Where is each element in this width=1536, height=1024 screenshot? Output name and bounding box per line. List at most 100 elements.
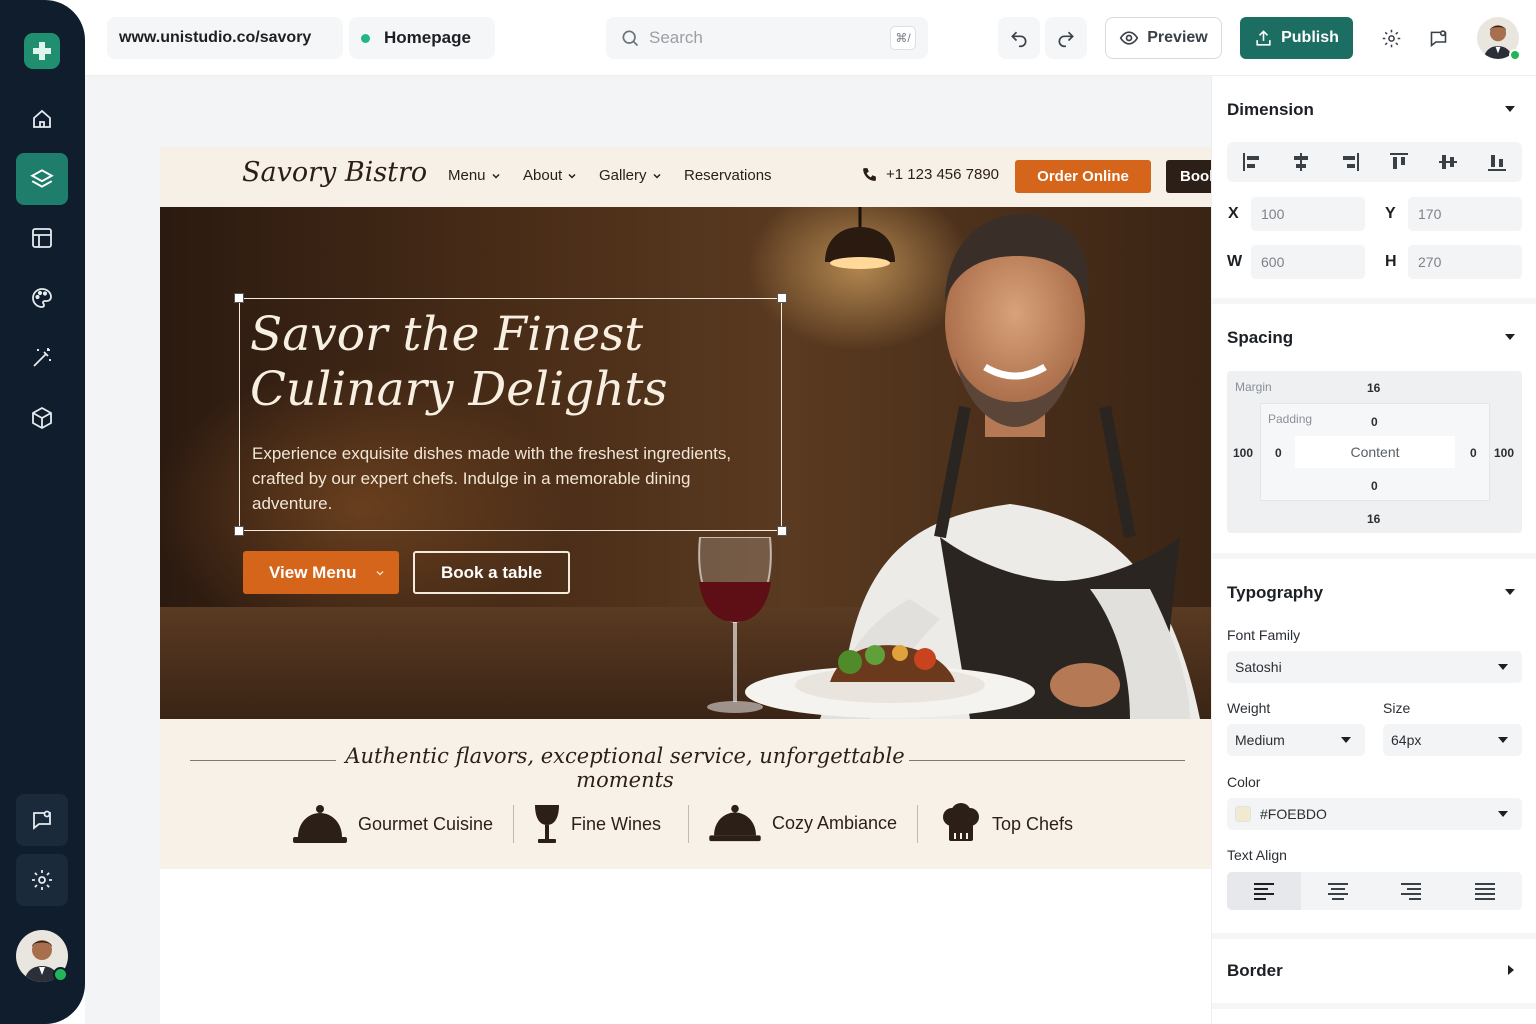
- features-band: Authentic flavors, exceptional service, …: [160, 719, 1211, 869]
- size-select[interactable]: 64px: [1383, 724, 1522, 756]
- padding-left-value[interactable]: 0: [1275, 446, 1282, 460]
- publish-button[interactable]: Publish: [1240, 17, 1353, 59]
- align-center-horizontal-icon[interactable]: [1290, 151, 1312, 173]
- feature-divider: [917, 805, 918, 843]
- resize-handle-bottom-right[interactable]: [777, 526, 787, 536]
- comments-icon[interactable]: [1417, 17, 1459, 59]
- padding-right-value[interactable]: 0: [1470, 446, 1477, 460]
- home-icon[interactable]: [16, 93, 68, 145]
- editor-canvas: Savory Bistro Menu About Gallery Reserva…: [85, 76, 1211, 1024]
- text-align-center-button[interactable]: [1301, 872, 1375, 910]
- book-table-button[interactable]: Book a table: [413, 551, 570, 594]
- caret-down-icon[interactable]: [1505, 334, 1515, 340]
- feature-gourmet-cuisine[interactable]: Gourmet Cuisine: [292, 803, 493, 845]
- caret-down-icon[interactable]: [1505, 106, 1515, 112]
- phone-icon: [863, 168, 876, 181]
- magic-wand-icon[interactable]: [16, 332, 68, 384]
- wine-glass-image: [698, 537, 772, 713]
- chevron-down-icon: [492, 173, 500, 179]
- padding-bottom-value[interactable]: 0: [1371, 479, 1378, 493]
- settings-icon[interactable]: [16, 854, 68, 906]
- w-input[interactable]: 600: [1251, 245, 1365, 279]
- padding-box: Padding 0 0 Content 0 0: [1260, 403, 1490, 501]
- view-menu-label: View Menu: [269, 562, 357, 582]
- feedback-icon[interactable]: [16, 794, 68, 846]
- feature-top-chefs[interactable]: Top Chefs: [940, 803, 1073, 845]
- align-text-center-icon: [1327, 883, 1348, 900]
- font-family-select[interactable]: Satoshi: [1227, 651, 1522, 683]
- text-align-label: Text Align: [1227, 847, 1287, 863]
- selection-box[interactable]: [239, 298, 782, 531]
- resize-handle-top-left[interactable]: [234, 293, 244, 303]
- order-online-button[interactable]: Order Online: [1015, 160, 1151, 193]
- site-url[interactable]: www.unistudio.co/savory: [107, 17, 343, 59]
- layers-icon[interactable]: [16, 153, 68, 205]
- dimension-title[interactable]: Dimension: [1227, 100, 1314, 120]
- caret-down-icon: [1341, 737, 1351, 743]
- nav-item-about[interactable]: About: [523, 167, 577, 184]
- y-input[interactable]: 170: [1408, 197, 1522, 231]
- app-logo-icon[interactable]: [24, 33, 60, 69]
- align-middle-icon[interactable]: [1437, 151, 1459, 173]
- caret-down-icon[interactable]: [1505, 589, 1515, 595]
- x-label: X: [1228, 205, 1239, 222]
- content-box: Content: [1295, 436, 1455, 468]
- redo-icon[interactable]: [1045, 17, 1087, 59]
- caret-right-icon[interactable]: [1508, 965, 1514, 975]
- align-text-justify-icon: [1475, 883, 1496, 900]
- align-bottom-icon[interactable]: [1486, 151, 1508, 173]
- feature-fine-wines[interactable]: Fine Wines: [533, 803, 661, 845]
- x-input[interactable]: 100: [1251, 197, 1365, 231]
- align-right-icon[interactable]: [1339, 151, 1361, 173]
- nav-item-gallery[interactable]: Gallery: [599, 167, 662, 184]
- align-left-icon[interactable]: [1241, 151, 1263, 173]
- settings-gear-icon[interactable]: [1370, 17, 1412, 59]
- feature-label: Fine Wines: [571, 813, 662, 834]
- preview-button[interactable]: Preview: [1105, 17, 1222, 59]
- text-align-justify-button[interactable]: [1448, 872, 1522, 910]
- site-brand[interactable]: Savory Bistro: [242, 157, 427, 188]
- color-select[interactable]: #FOEBDO: [1227, 798, 1522, 830]
- margin-right-value[interactable]: 100: [1494, 446, 1514, 460]
- book-button[interactable]: Book: [1166, 160, 1211, 193]
- text-align-left-button[interactable]: [1227, 872, 1301, 910]
- y-label: Y: [1385, 205, 1396, 222]
- align-top-icon[interactable]: [1388, 151, 1410, 173]
- typography-title[interactable]: Typography: [1227, 583, 1323, 603]
- tagline[interactable]: Authentic flavors, exceptional service, …: [345, 744, 905, 792]
- eye-icon: [1119, 31, 1139, 45]
- padding-label: Padding: [1268, 412, 1313, 426]
- left-rail: [0, 0, 85, 1024]
- spacing-title[interactable]: Spacing: [1227, 328, 1293, 348]
- h-input[interactable]: 270: [1408, 245, 1522, 279]
- weight-select[interactable]: Medium: [1227, 724, 1365, 756]
- resize-handle-bottom-left[interactable]: [234, 526, 244, 536]
- h-label: H: [1385, 253, 1397, 270]
- margin-bottom-value[interactable]: 16: [1367, 512, 1380, 526]
- page-selector[interactable]: Homepage: [349, 17, 495, 59]
- search-input[interactable]: Search ⌘/: [606, 17, 928, 59]
- nav-item-reservations[interactable]: Reservations: [684, 167, 772, 184]
- cloche-icon: [293, 805, 347, 843]
- margin-top-value[interactable]: 16: [1367, 381, 1380, 395]
- page-name: Homepage: [384, 28, 471, 47]
- alignment-toolbar: [1227, 142, 1522, 182]
- nav-item-menu[interactable]: Menu: [448, 167, 501, 184]
- palette-icon[interactable]: [16, 272, 68, 324]
- resize-handle-top-right[interactable]: [777, 293, 787, 303]
- undo-icon[interactable]: [998, 17, 1040, 59]
- border-title[interactable]: Border: [1227, 961, 1283, 981]
- feature-cozy-ambiance[interactable]: Cozy Ambiance: [708, 803, 897, 843]
- divider-line: [190, 760, 336, 761]
- site-phone[interactable]: +1 123 456 7890: [861, 166, 999, 183]
- nav-label: About: [523, 167, 563, 184]
- layout-icon[interactable]: [16, 212, 68, 264]
- margin-label: Margin: [1235, 380, 1272, 394]
- margin-left-value[interactable]: 100: [1233, 446, 1253, 460]
- wine-glass-icon: [535, 805, 559, 843]
- font-family-label: Font Family: [1227, 627, 1301, 643]
- view-menu-button[interactable]: View Menu: [243, 551, 399, 594]
- cube-icon[interactable]: [16, 392, 68, 444]
- text-align-right-button[interactable]: [1375, 872, 1449, 910]
- padding-top-value[interactable]: 0: [1371, 415, 1378, 429]
